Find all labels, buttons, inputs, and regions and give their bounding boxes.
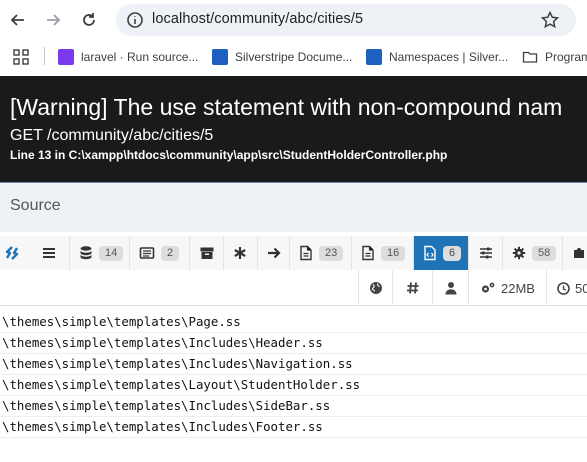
archive-icon <box>200 247 214 259</box>
list-item[interactable]: \themes\simple\templates\Includes\Naviga… <box>0 354 587 375</box>
hashtag-icon <box>406 282 418 294</box>
bookmark-star-icon[interactable] <box>540 10 560 35</box>
source-section-header[interactable]: Source <box>0 182 587 232</box>
debug-status-user[interactable] <box>432 270 468 306</box>
templates-list: \themes\simple\templates\Page.ss \themes… <box>0 312 587 438</box>
silverstripe-favicon-icon <box>212 49 228 65</box>
debug-tab-more[interactable] <box>563 236 587 270</box>
reload-button[interactable] <box>77 8 101 32</box>
apps-grid-icon[interactable] <box>12 48 30 71</box>
debug-tab-views-active[interactable]: 6 <box>414 236 469 270</box>
puzzle-icon <box>574 248 584 258</box>
debug-tab-files[interactable]: 23 <box>290 236 352 270</box>
bookmark-label: Program <box>545 50 587 64</box>
database-icon <box>80 246 92 260</box>
code-file-icon <box>424 245 436 261</box>
request-time: 50 <box>575 280 587 296</box>
arrow-right-icon <box>268 247 281 259</box>
clock-icon <box>557 281 570 295</box>
bookmark-namespaces[interactable]: Namespaces | Silver... <box>366 48 508 66</box>
bookmark-label: Silverstripe Docume... <box>235 50 353 64</box>
debugbar-logo-icon[interactable] <box>0 236 32 270</box>
list-item[interactable]: \themes\simple\templates\Includes\SideBa… <box>0 396 587 417</box>
list-icon <box>43 248 55 258</box>
list-item[interactable]: \themes\simple\templates\Page.ss <box>0 312 587 333</box>
back-button[interactable] <box>6 8 30 32</box>
debug-tab-middleware[interactable] <box>258 236 290 270</box>
list-item[interactable]: \themes\simple\templates\Includes\Header… <box>0 333 587 354</box>
message-icon <box>139 247 155 259</box>
source-label: Source <box>10 197 61 214</box>
debug-tab-settings[interactable]: 58 <box>503 236 563 270</box>
forward-button[interactable] <box>41 8 65 32</box>
debug-status-bar: 22MB 50 <box>0 270 587 306</box>
user-icon <box>445 282 456 295</box>
memory-usage: 22MB <box>501 280 535 296</box>
bookmark-silverstripe-docs[interactable]: Silverstripe Docume... <box>212 48 352 66</box>
address-bar[interactable]: localhost/community/abc/cities/5 <box>116 4 576 36</box>
debug-status-route[interactable] <box>392 270 432 306</box>
url-text[interactable]: localhost/community/abc/cities/5 <box>152 11 363 27</box>
bookmark-folder-program[interactable]: Program <box>522 48 587 66</box>
tab-badge: 2 <box>161 245 180 261</box>
bookmark-laravel[interactable]: laravel · Run source... <box>58 48 198 66</box>
debug-status-globe[interactable] <box>358 270 392 306</box>
arrow-right-icon <box>47 14 61 26</box>
file-text-icon <box>362 245 374 261</box>
tab-badge: 14 <box>99 245 124 261</box>
debug-tab-events[interactable] <box>224 236 258 270</box>
cogs-icon <box>481 282 495 293</box>
site-info-icon[interactable] <box>126 11 144 34</box>
debug-tab-config[interactable] <box>469 236 503 270</box>
error-header: [Warning] The use statement with non-com… <box>0 76 587 182</box>
bookmarks-bar: laravel · Run source... Silverstripe Doc… <box>0 40 587 74</box>
list-item[interactable]: \themes\simple\templates\Layout\StudentH… <box>0 375 587 396</box>
debug-toolbar: 14 2 23 16 6 58 <box>0 236 587 270</box>
debug-tab-requests[interactable]: 2 <box>130 236 190 270</box>
debug-tab-cache[interactable] <box>190 236 224 270</box>
error-location: Line 13 in C:\xampp\htdocs\community\app… <box>10 148 448 162</box>
list-item[interactable]: \themes\simple\templates\Includes\Footer… <box>0 417 587 438</box>
tab-badge: 23 <box>319 245 344 261</box>
debug-tab-templates[interactable]: 16 <box>352 236 414 270</box>
tab-badge: 16 <box>381 245 406 261</box>
bookmark-label: laravel · Run source... <box>81 50 199 64</box>
debug-tab-messages[interactable] <box>32 236 70 270</box>
browser-toolbar: localhost/community/abc/cities/5 <box>0 0 587 40</box>
reload-icon <box>83 13 95 26</box>
tab-badge: 6 <box>443 245 462 261</box>
asterisk-icon <box>234 247 246 259</box>
sliders-icon <box>480 247 492 259</box>
debug-status-memory[interactable]: 22MB <box>468 270 546 306</box>
debug-tab-database[interactable]: 14 <box>70 236 130 270</box>
tab-badge: 58 <box>532 245 557 261</box>
error-title: [Warning] The use statement with non-com… <box>10 94 563 120</box>
debug-status-time[interactable]: 50 <box>546 270 587 306</box>
globe-icon <box>369 282 382 294</box>
bookmark-label: Namespaces | Silver... <box>389 50 509 64</box>
error-request: GET /community/abc/cities/5 <box>10 127 214 144</box>
bookmarks-divider <box>44 47 45 65</box>
folder-icon <box>522 51 538 63</box>
file-icon <box>300 245 312 261</box>
cube-favicon-icon <box>58 49 74 65</box>
arrow-left-icon <box>10 14 24 26</box>
cog-icon <box>512 246 526 260</box>
silverstripe-favicon-icon <box>366 49 382 65</box>
